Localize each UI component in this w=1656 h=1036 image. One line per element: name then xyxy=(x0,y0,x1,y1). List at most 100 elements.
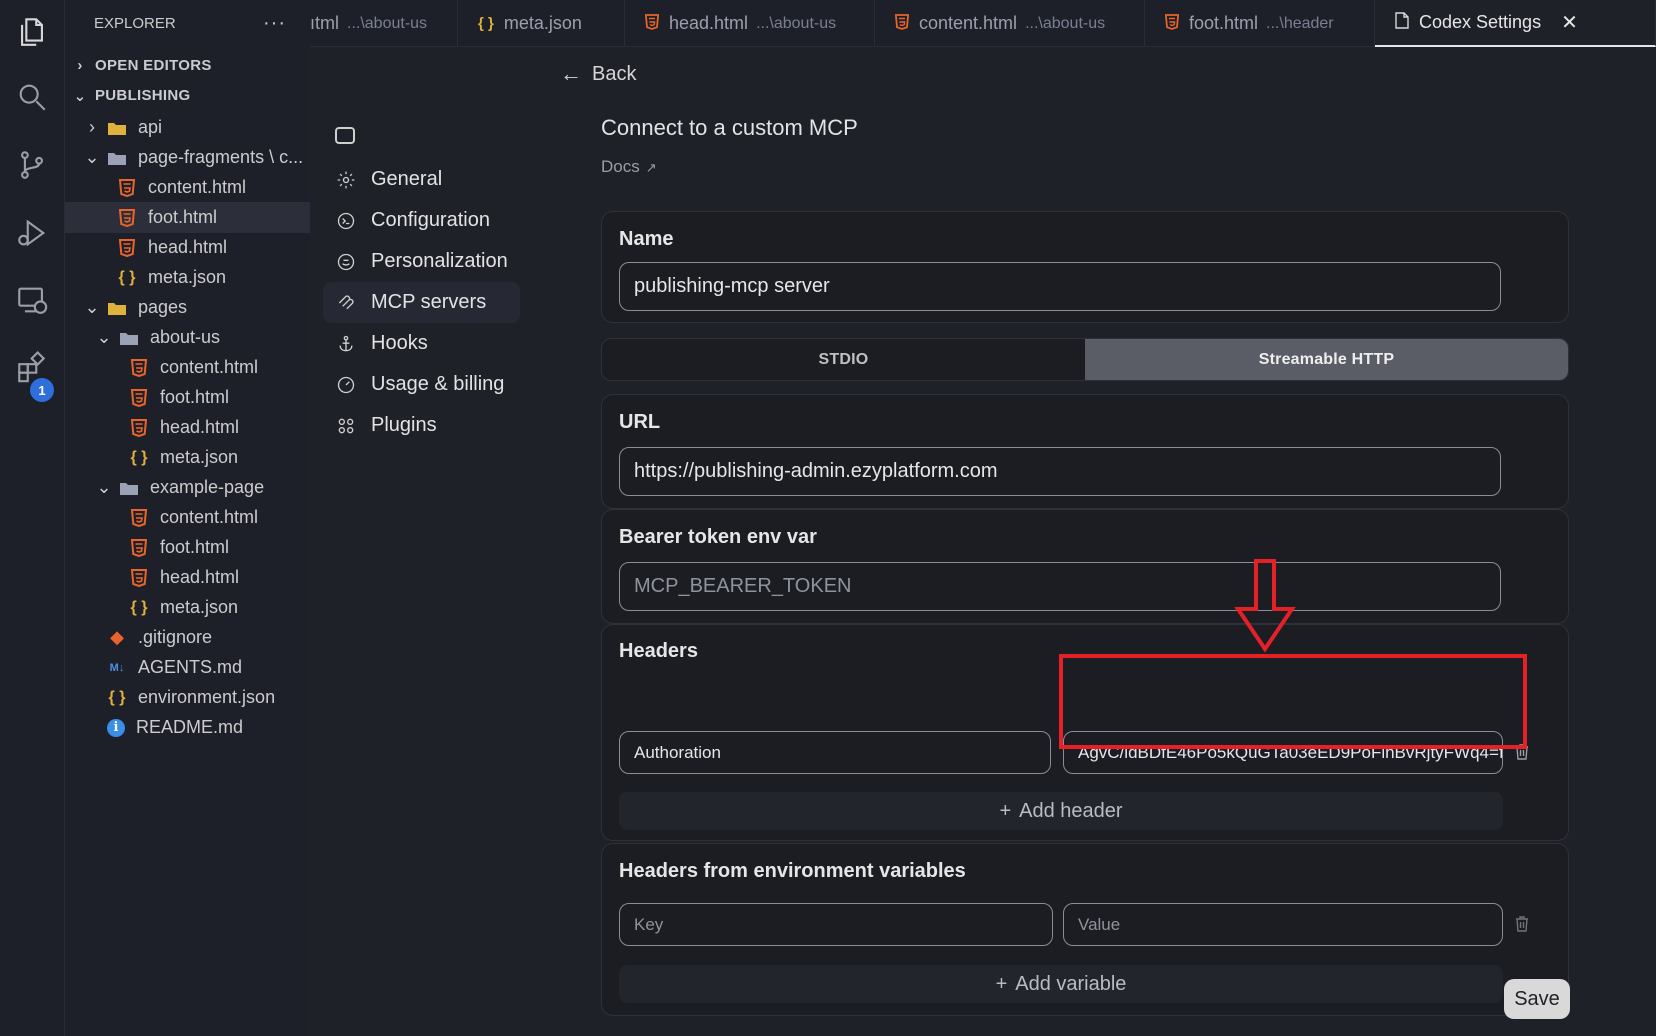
settings-nav-item[interactable]: Hooks xyxy=(323,323,520,364)
mcp-settings-main: ← Back Connect to a custom MCP Docs ↗ Nam… xyxy=(560,47,1656,1036)
env-value-input[interactable]: Value xyxy=(1063,903,1503,946)
plugins-icon xyxy=(335,415,357,437)
transport-stdio-tab[interactable]: STDIO xyxy=(602,339,1085,380)
chevron-icon: › xyxy=(89,117,95,137)
tree-item[interactable]: foot.html xyxy=(65,382,310,413)
info-file-icon: i xyxy=(107,718,125,737)
close-tab-icon[interactable]: ✕ xyxy=(1561,10,1578,35)
folder-open-icon xyxy=(119,478,139,498)
html-file-icon xyxy=(129,388,149,408)
tree-item[interactable]: head.html xyxy=(65,562,310,593)
editor-tab[interactable]: Codex Settings ✕ xyxy=(1375,0,1656,47)
settings-nav-item[interactable]: Personalization xyxy=(323,241,520,282)
html-file-icon xyxy=(129,418,149,438)
tree-item[interactable]: i README.md xyxy=(65,712,310,743)
html-file-icon xyxy=(117,208,137,228)
more-actions-icon[interactable]: ··· xyxy=(263,12,286,35)
tree-item[interactable]: content.html xyxy=(65,502,310,533)
docs-link[interactable]: Docs ↗ xyxy=(601,157,657,177)
editor-tab[interactable]: head.html ...\about-us xyxy=(625,0,875,47)
search-icon[interactable] xyxy=(12,77,52,117)
url-input[interactable]: https://publishing-admin.ezyplatform.com xyxy=(619,447,1501,496)
markdown-file-icon: M↓ xyxy=(109,661,125,674)
header-key-input[interactable]: Authoration xyxy=(619,731,1051,774)
transport-streamable-http-tab[interactable]: Streamable HTTP xyxy=(1085,339,1568,380)
editor-tab[interactable]: { } meta.json xyxy=(458,0,625,47)
html-file-icon xyxy=(129,508,149,528)
mcp-icon xyxy=(335,292,357,314)
red-highlight-box xyxy=(1059,654,1527,749)
tree-item[interactable]: foot.html xyxy=(65,202,310,233)
settings-nav-item[interactable]: Configuration xyxy=(323,200,520,241)
html-file-icon xyxy=(129,358,149,378)
run-debug-icon[interactable] xyxy=(12,213,52,253)
tree-item[interactable]: head.html xyxy=(65,412,310,443)
chevron-icon: ⌄ xyxy=(84,297,100,317)
add-header-button[interactable]: + Add header xyxy=(619,792,1503,830)
bearer-label: Bearer token env var xyxy=(619,526,817,548)
arrow-left-icon: ← xyxy=(560,61,582,86)
external-link-icon: ↗ xyxy=(645,160,657,175)
terminal-icon xyxy=(335,210,357,232)
tree-item[interactable]: { } meta.json xyxy=(65,592,310,623)
tree-item[interactable]: ◆ .gitignore xyxy=(65,622,310,653)
env-key-input[interactable]: Key xyxy=(619,903,1053,946)
tree-item[interactable]: ⌄ pages xyxy=(65,292,310,323)
tree-item[interactable]: head.html xyxy=(65,232,310,263)
add-variable-button[interactable]: + Add variable xyxy=(619,965,1503,1003)
html-file-icon xyxy=(129,568,149,588)
delete-variable-icon[interactable] xyxy=(1512,914,1532,934)
tree-item[interactable]: content.html xyxy=(65,172,310,203)
bearer-token-input[interactable]: MCP_BEARER_TOKEN xyxy=(619,562,1501,611)
folder-open-icon xyxy=(107,298,127,318)
source-control-icon[interactable] xyxy=(12,145,52,185)
json-file-icon: { } xyxy=(130,448,148,466)
tree-item[interactable]: { } meta.json xyxy=(65,262,310,293)
tree-item[interactable]: { } environment.json xyxy=(65,682,310,713)
json-file-icon: { } xyxy=(130,598,148,616)
tree-item[interactable]: ⌄ about-us xyxy=(65,322,310,353)
open-editors-section[interactable]: › OPEN EDITORS xyxy=(65,50,310,81)
url-label: URL xyxy=(619,411,661,433)
env-headers-label: Headers from environment variables xyxy=(619,860,966,882)
name-input[interactable]: publishing-mcp server xyxy=(619,262,1501,311)
hook-icon xyxy=(335,333,357,355)
settings-nav-item[interactable]: MCP servers xyxy=(323,282,520,323)
folder-icon xyxy=(107,118,127,138)
tree-item[interactable]: ⌄ page-fragments \ c... xyxy=(65,142,310,173)
tree-item[interactable]: { } meta.json xyxy=(65,442,310,473)
red-arrow-annotation xyxy=(1234,559,1296,653)
editor-tab[interactable]: ıtml ...\about-us xyxy=(310,0,458,47)
url-card: URL https://publishing-admin.ezyplatform… xyxy=(601,394,1569,509)
editor-tab[interactable]: foot.html ...\header xyxy=(1145,0,1375,47)
tree-item[interactable]: › api xyxy=(65,112,310,143)
workspace-section[interactable]: ⌄ PUBLISHING xyxy=(65,80,310,111)
settings-nav: General Configuration Personalization MCP s… xyxy=(310,47,570,1036)
remote-explorer-icon[interactable] xyxy=(12,280,52,320)
save-button[interactable]: Save xyxy=(1504,979,1570,1019)
editor-tab[interactable]: content.html ...\about-us xyxy=(875,0,1145,47)
tree-item[interactable]: foot.html xyxy=(65,532,310,563)
explorer-title: EXPLORER xyxy=(94,15,176,32)
document-icon xyxy=(1395,12,1409,33)
settings-nav-item[interactable]: Usage & billing xyxy=(323,364,520,405)
git-file-icon: ◆ xyxy=(110,627,124,647)
html-file-icon xyxy=(644,13,660,34)
transport-selector: STDIO Streamable HTTP xyxy=(601,338,1569,381)
folder-open-icon xyxy=(119,328,139,348)
name-card: Name publishing-mcp server xyxy=(601,211,1569,323)
tree-item[interactable]: ⌄ example-page xyxy=(65,472,310,503)
headers-label: Headers xyxy=(619,640,698,662)
tree-item[interactable]: M↓ AGENTS.md xyxy=(65,652,310,683)
plus-icon: + xyxy=(999,799,1012,822)
settings-nav-item[interactable]: General xyxy=(323,159,520,200)
json-file-icon: { } xyxy=(108,688,126,706)
html-file-icon xyxy=(117,178,137,198)
back-button[interactable]: ← Back xyxy=(560,61,636,87)
files-icon[interactable] xyxy=(12,12,52,52)
chevron-icon: ⌄ xyxy=(96,327,112,347)
settings-nav-item[interactable]: Plugins xyxy=(323,405,520,446)
gauge-icon xyxy=(335,374,357,396)
tree-item[interactable]: content.html xyxy=(65,352,310,383)
sidebar-toggle-icon[interactable] xyxy=(335,127,355,144)
